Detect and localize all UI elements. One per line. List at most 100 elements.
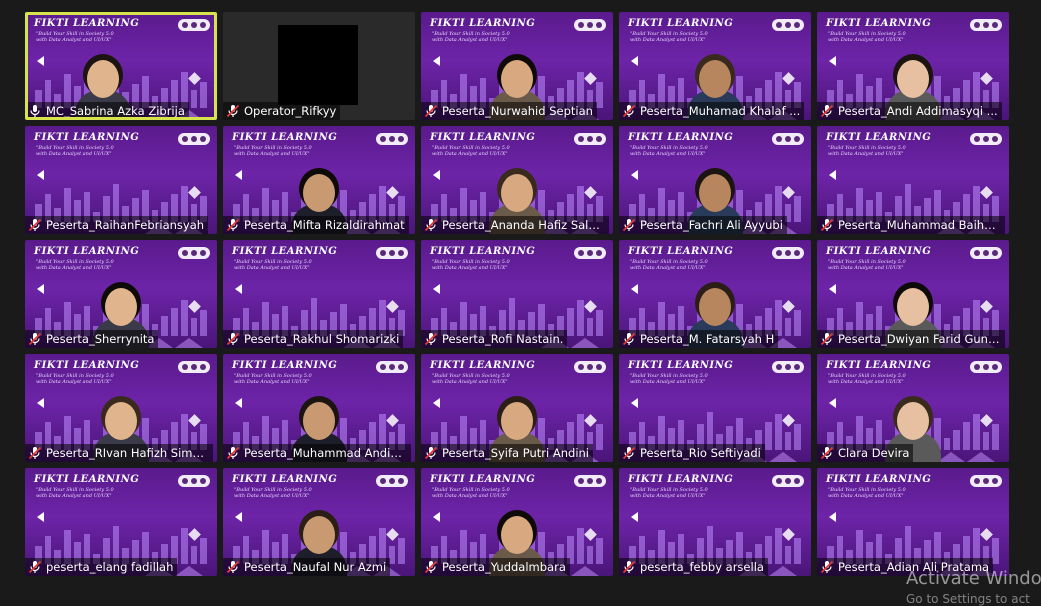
video-tile[interactable]: FIKTI LEARNING "Build Your Skill in Socie… xyxy=(25,354,217,462)
participant-name: Peserta_Fachri Ali Ayyubi xyxy=(640,218,783,232)
participant-name: Peserta_Rofi Nastain. xyxy=(442,332,564,346)
participant-name-bar: Peserta_Muhammad Andik... xyxy=(223,444,411,462)
participant-name-bar: peserta_febby arsella xyxy=(619,558,768,576)
video-tile[interactable]: FIKTI LEARNING "Build Your Skill in Socie… xyxy=(421,126,613,234)
slide-title: FIKTI LEARNING xyxy=(232,132,338,143)
slide-logos xyxy=(772,475,804,487)
participant-name: Peserta_Rio Seftiyadi xyxy=(640,446,761,460)
mic-muted-icon xyxy=(622,218,636,232)
video-tile[interactable]: FIKTI LEARNING "Build Your Skill in Socie… xyxy=(25,240,217,348)
participant-name-bar: Peserta_Fachri Ali Ayyubi xyxy=(619,216,787,234)
participant-name: Peserta_RIvan Hafizh Simb... xyxy=(46,446,209,460)
slide-title: FIKTI LEARNING xyxy=(34,246,140,257)
participant-name: Peserta_Ananda Hafiz Sals... xyxy=(442,218,605,232)
video-tile[interactable]: FIKTI LEARNING "Build Your Skill in Socie… xyxy=(619,240,811,348)
slide-subtitle: "Build Your Skill in Society 5.0 with Da… xyxy=(234,259,312,271)
participant-name: peserta_elang fadillah xyxy=(46,560,174,574)
participant-name: Peserta_Muhamad Khalaf ... xyxy=(640,104,801,118)
mic-muted-icon xyxy=(820,104,834,118)
participant-name: Operator_Rifkyy xyxy=(244,104,337,118)
mic-muted-icon xyxy=(820,446,834,460)
slide-logos xyxy=(574,475,606,487)
slide-speaker-icon xyxy=(37,512,44,522)
mic-muted-icon xyxy=(820,218,834,232)
slide-speaker-icon xyxy=(235,512,242,522)
participant-name-bar: Peserta_Rofi Nastain. xyxy=(421,330,568,348)
video-off-placeholder xyxy=(278,25,358,105)
mic-muted-icon xyxy=(226,560,240,574)
slide-subtitle: "Build Your Skill in Society 5.0 with Da… xyxy=(828,487,906,499)
video-tile[interactable]: FIKTI LEARNING "Build Your Skill in Socie… xyxy=(25,468,217,576)
participant-name-bar: Peserta_Muhamad Khalaf ... xyxy=(619,102,805,120)
slide-subtitle: "Build Your Skill in Society 5.0 with Da… xyxy=(36,487,114,499)
mic-muted-icon xyxy=(424,104,438,118)
video-tile[interactable]: FIKTI LEARNING "Build Your Skill in Socie… xyxy=(25,126,217,234)
video-tile[interactable]: FIKTI LEARNING "Build Your Skill in Socie… xyxy=(817,12,1009,120)
video-tile[interactable]: FIKTI LEARNING "Build Your Skill in Socie… xyxy=(817,240,1009,348)
video-tile[interactable]: FIKTI LEARNING "Build Your Skill in Socie… xyxy=(817,354,1009,462)
participant-name-bar: Peserta_Syifa Putri Andini xyxy=(421,444,593,462)
participant-name: Peserta_Nurwahid Septian xyxy=(442,104,593,118)
slide-title: FIKTI LEARNING xyxy=(826,18,932,29)
video-tile[interactable]: FIKTI LEARNING "Build Your Skill in Socie… xyxy=(817,126,1009,234)
participant-name-bar: Operator_Rifkyy xyxy=(223,102,341,120)
participant-name-bar: Peserta_RaihanFebriansyah xyxy=(25,216,209,234)
slide-speaker-icon xyxy=(829,170,836,180)
slide-title: FIKTI LEARNING xyxy=(826,474,932,485)
slide-logos xyxy=(970,475,1002,487)
video-tile[interactable]: FIKTI LEARNING "Build Your Skill in Socie… xyxy=(619,12,811,120)
video-tile[interactable]: FIKTI LEARNING "Build Your Skill in Socie… xyxy=(421,354,613,462)
slide-title: FIKTI LEARNING xyxy=(430,132,536,143)
slide-title: FIKTI LEARNING xyxy=(430,18,536,29)
video-tile[interactable]: FIKTI LEARNING "Build Your Skill in Socie… xyxy=(619,126,811,234)
slide-speaker-icon xyxy=(235,170,242,180)
video-tile[interactable]: FIKTI LEARNING "Build Your Skill in Socie… xyxy=(25,12,217,120)
participant-name: Peserta_RaihanFebriansyah xyxy=(46,218,205,232)
mic-muted-icon xyxy=(424,560,438,574)
mic-muted-icon xyxy=(226,332,240,346)
slide-title: FIKTI LEARNING xyxy=(34,132,140,143)
slide-title: FIKTI LEARNING xyxy=(232,360,338,371)
mic-on-icon xyxy=(30,105,40,117)
mic-muted-icon xyxy=(28,446,42,460)
video-tile[interactable]: FIKTI LEARNING "Build Your Skill in Socie… xyxy=(619,468,811,576)
participant-name-bar: Peserta_Rio Seftiyadi xyxy=(619,444,765,462)
slide-logos xyxy=(574,247,606,259)
slide-logos xyxy=(970,19,1002,31)
participant-name: Peserta_Sherrynita xyxy=(46,332,155,346)
participant-name-bar: MC_Sabrina Azka Zibrija xyxy=(25,102,189,120)
participant-name: Peserta_M. Fatarsyah H xyxy=(640,332,775,346)
slide-triangle-decoration xyxy=(175,338,203,348)
video-tile[interactable]: FIKTI LEARNING "Build Your Skill in Socie… xyxy=(421,468,613,576)
slide-speaker-icon xyxy=(631,398,638,408)
video-tile[interactable]: FIKTI LEARNING "Build Your Skill in Socie… xyxy=(223,126,415,234)
participant-name-bar: Peserta_Dwiyan Farid Guna... xyxy=(817,330,1005,348)
video-tile[interactable]: FIKTI LEARNING "Build Your Skill in Socie… xyxy=(619,354,811,462)
participant-name: Peserta_Naufal Nur Azmi xyxy=(244,560,387,574)
slide-title: FIKTI LEARNING xyxy=(34,360,140,371)
video-tile[interactable]: FIKTI LEARNING "Build Your Skill in Socie… xyxy=(223,354,415,462)
participant-name: peserta_febby arsella xyxy=(640,560,764,574)
video-tile[interactable]: FIKTI LEARNING "Build Your Skill in Socie… xyxy=(223,240,415,348)
slide-title: FIKTI LEARNING xyxy=(628,132,734,143)
slide-subtitle: "Build Your Skill in Society 5.0 with Da… xyxy=(828,145,906,157)
participant-name-bar: Peserta_Ananda Hafiz Sals... xyxy=(421,216,609,234)
slide-speaker-icon xyxy=(829,284,836,294)
slide-speaker-icon xyxy=(235,284,242,294)
video-tile[interactable]: FIKTI LEARNING "Build Your Skill in Socie… xyxy=(223,468,415,576)
participant-name: Peserta_Rakhul Shomarizki xyxy=(244,332,400,346)
slide-logos xyxy=(772,247,804,259)
participant-name: Peserta_Andi Addimasyqi ... xyxy=(838,104,998,118)
video-tile[interactable]: FIKTI LEARNING "Build Your Skill in Socie… xyxy=(421,12,613,120)
slide-title: FIKTI LEARNING xyxy=(628,246,734,257)
slide-title: FIKTI LEARNING xyxy=(232,246,338,257)
video-tile[interactable]: FIKTI LEARNING "Build Your Skill in Socie… xyxy=(421,240,613,348)
participant-name-bar: Peserta_Naufal Nur Azmi xyxy=(223,558,391,576)
video-tile[interactable]: Operator_Rifkyy xyxy=(223,12,415,120)
slide-speaker-icon xyxy=(433,56,440,66)
slide-triangle-decoration xyxy=(769,566,797,576)
slide-speaker-icon xyxy=(235,398,242,408)
participant-name-bar: Peserta_RIvan Hafizh Simb... xyxy=(25,444,213,462)
slide-speaker-icon xyxy=(37,170,44,180)
video-tile[interactable]: FIKTI LEARNING "Build Your Skill in Socie… xyxy=(817,468,1009,576)
